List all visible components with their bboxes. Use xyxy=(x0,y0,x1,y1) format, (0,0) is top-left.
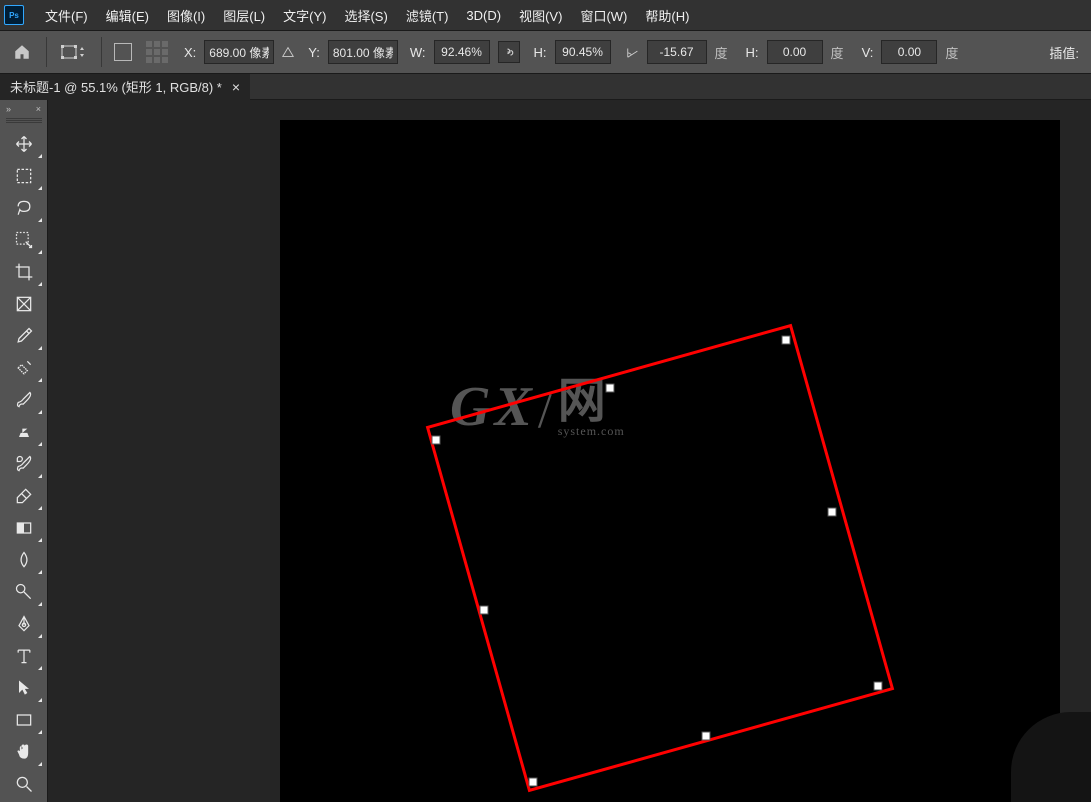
home-button[interactable] xyxy=(6,37,38,67)
eraser-tool[interactable] xyxy=(4,480,44,512)
separator xyxy=(46,37,47,67)
h-label: H: xyxy=(534,45,547,60)
menu-select[interactable]: 选择(S) xyxy=(335,2,396,29)
app-logo-icon: Ps xyxy=(4,5,24,25)
quick-selection-tool[interactable] xyxy=(4,224,44,256)
xy-delta-icon[interactable] xyxy=(280,45,296,59)
y-input[interactable] xyxy=(328,40,398,64)
options-bar: X: Y: W: H: 度 H: 度 V: 度 插值: xyxy=(0,30,1091,74)
y-label: Y: xyxy=(308,45,320,60)
menu-bar: Ps 文件(F) 编辑(E) 图像(I) 图层(L) 文字(Y) 选择(S) 滤… xyxy=(0,0,1091,30)
skew-h-input[interactable] xyxy=(767,40,823,64)
menu-image[interactable]: 图像(I) xyxy=(158,2,214,29)
tools-panel: »× xyxy=(0,100,48,802)
menu-filter[interactable]: 滤镜(T) xyxy=(397,2,458,29)
document-tab[interactable]: 未标题-1 @ 55.1% (矩形 1, RGB/8) * × xyxy=(0,74,250,100)
menu-help[interactable]: 帮助(H) xyxy=(636,2,698,29)
blur-tool[interactable] xyxy=(4,544,44,576)
brush-tool[interactable] xyxy=(4,384,44,416)
reference-point-grid-icon[interactable] xyxy=(146,41,168,63)
frame-tool[interactable] xyxy=(4,288,44,320)
zoom-tool[interactable] xyxy=(4,768,44,800)
spot-healing-tool[interactable] xyxy=(4,352,44,384)
deg-label-2: 度 xyxy=(831,43,844,62)
menu-window[interactable]: 窗口(W) xyxy=(571,2,636,29)
gradient-tool[interactable] xyxy=(4,512,44,544)
x-label: X: xyxy=(184,45,196,60)
hand-tool[interactable] xyxy=(4,736,44,768)
skew-v-input[interactable] xyxy=(881,40,937,64)
transform-handle-tm[interactable] xyxy=(606,384,615,393)
marquee-tool[interactable] xyxy=(4,160,44,192)
menu-edit[interactable]: 编辑(E) xyxy=(97,2,158,29)
separator xyxy=(101,37,102,67)
reference-point-icon[interactable] xyxy=(114,43,132,61)
document-tab-title: 未标题-1 @ 55.1% (矩形 1, RGB/8) * xyxy=(10,77,222,96)
type-tool[interactable] xyxy=(4,640,44,672)
angle-input[interactable] xyxy=(647,40,707,64)
toolbar-collapse[interactable]: »× xyxy=(0,102,47,116)
link-icon xyxy=(503,46,515,58)
rectangle-shape[interactable] xyxy=(426,324,895,793)
menu-type[interactable]: 文字(Y) xyxy=(274,2,335,29)
transform-handle-ml[interactable] xyxy=(480,606,489,615)
crop-tool[interactable] xyxy=(4,256,44,288)
skew-h-label: H: xyxy=(746,45,759,60)
path-selection-tool[interactable] xyxy=(4,672,44,704)
menu-file[interactable]: 文件(F) xyxy=(36,2,97,29)
skew-v-label: V: xyxy=(862,45,874,60)
transform-tool-icon[interactable] xyxy=(55,36,93,68)
rectangle-tool[interactable] xyxy=(4,704,44,736)
w-label: W: xyxy=(410,45,426,60)
eyedropper-tool[interactable] xyxy=(4,320,44,352)
workspace: »× G X / 网 sys xyxy=(0,100,1091,802)
clone-stamp-tool[interactable] xyxy=(4,416,44,448)
dodge-tool[interactable] xyxy=(4,576,44,608)
x-input[interactable] xyxy=(204,40,274,64)
transform-handle-bl[interactable] xyxy=(529,778,538,787)
transform-handle-br[interactable] xyxy=(874,682,883,691)
document-canvas[interactable]: G X / 网 system.com xyxy=(280,120,1060,802)
transform-icon xyxy=(60,42,88,62)
transform-handle-tl[interactable] xyxy=(432,436,441,445)
menu-layer[interactable]: 图层(L) xyxy=(214,2,274,29)
transform-handle-mr[interactable] xyxy=(828,508,837,517)
history-brush-tool[interactable] xyxy=(4,448,44,480)
h-input[interactable] xyxy=(555,40,611,64)
canvas-area[interactable]: G X / 网 system.com xyxy=(48,100,1091,802)
menu-3d[interactable]: 3D(D) xyxy=(457,4,510,27)
w-input[interactable] xyxy=(434,40,490,64)
deg-label-3: 度 xyxy=(945,43,958,62)
document-tab-bar: 未标题-1 @ 55.1% (矩形 1, RGB/8) * × xyxy=(0,74,1091,100)
angle-icon xyxy=(625,45,641,59)
lasso-tool[interactable] xyxy=(4,192,44,224)
home-icon xyxy=(13,43,31,61)
interpolation-label: 插值: xyxy=(1049,43,1079,62)
pen-tool[interactable] xyxy=(4,608,44,640)
move-tool[interactable] xyxy=(4,128,44,160)
menu-view[interactable]: 视图(V) xyxy=(510,2,571,29)
transform-shape[interactable] xyxy=(430,338,890,798)
deg-label-1: 度 xyxy=(715,43,728,62)
close-tab-button[interactable]: × xyxy=(232,80,240,94)
toolbar-grip-icon[interactable] xyxy=(6,118,42,124)
link-wh-button[interactable] xyxy=(498,41,520,63)
transform-handle-bm[interactable] xyxy=(702,732,711,741)
transform-handle-tr[interactable] xyxy=(782,336,791,345)
